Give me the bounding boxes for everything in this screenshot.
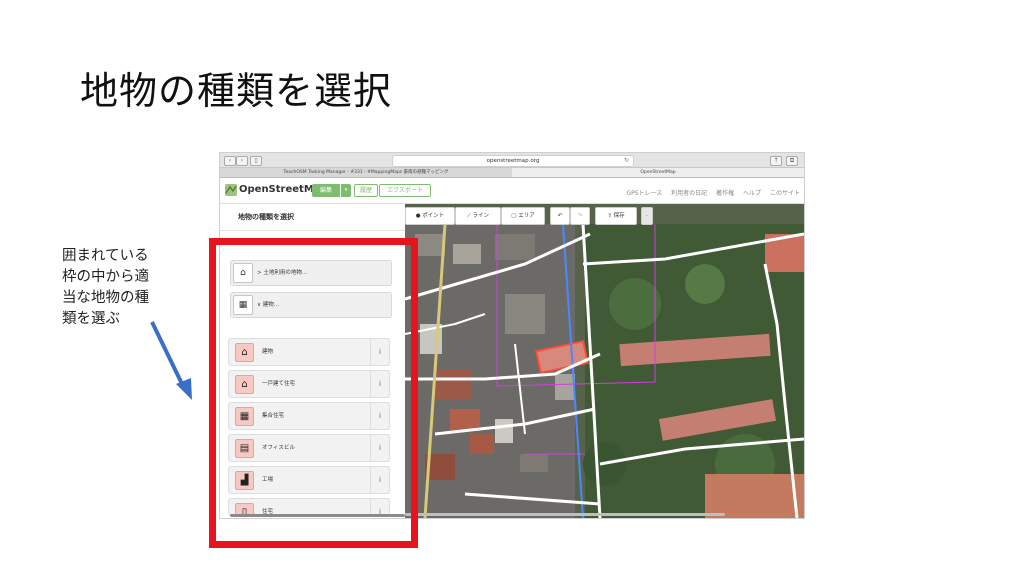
osm-header: OpenStreetMap 編集 ▾ 履歴 エクスポート GPSトレース 利用者… (220, 178, 804, 204)
nav-link-diaries[interactable]: 利用者の日記 (671, 190, 707, 197)
pin-icon: ● (415, 213, 421, 219)
point-label: ポイント (422, 213, 445, 219)
back-icon[interactable]: ‹ (224, 156, 236, 166)
nav-link-copyright[interactable]: 著作権 (716, 190, 734, 197)
count-badge: · (641, 207, 653, 225)
highlight-frame (209, 238, 418, 548)
forward-icon[interactable]: › (236, 156, 248, 166)
tab-label: TeachOSM Tasking Manager - #331 : #Mappi… (283, 170, 449, 175)
tabs-icon[interactable]: ⧉ (786, 156, 798, 166)
tab-tasking-manager[interactable]: TeachOSM Tasking Manager - #331 : #Mappi… (220, 168, 512, 177)
undo-button[interactable]: ↶ (550, 207, 570, 225)
redo-icon: ↷ (577, 213, 583, 219)
tab-bar: TeachOSM Tasking Manager - #331 : #Mappi… (220, 168, 804, 178)
url-bar[interactable]: openstreetmap.org ↻ (392, 155, 634, 167)
save-button[interactable]: ⇧ 保存 (595, 207, 637, 225)
callout-line: 当な地物の種 (62, 290, 149, 306)
area-label: エリア (518, 213, 535, 219)
map-scrollbar[interactable] (405, 513, 725, 516)
tab-openstreetmap[interactable]: OpenStreetMap (512, 168, 804, 177)
line-label: ライン (472, 213, 490, 219)
history-button[interactable]: 履歴 (354, 184, 378, 197)
slide-title: 地物の種類を選択 (80, 69, 393, 113)
callout-line: 囲まれている (62, 248, 149, 264)
upload-icon: ⇧ (607, 213, 612, 219)
sidebar-title: 地物の種類を選択 (238, 213, 294, 221)
divider (220, 230, 405, 231)
reload-icon[interactable]: ↻ (624, 156, 629, 166)
osm-logo-icon[interactable] (225, 184, 237, 196)
add-line-button[interactable]: ⟋ ライン (455, 207, 501, 225)
undo-icon: ↶ (557, 213, 563, 219)
share-icon[interactable]: ↑ (770, 156, 782, 166)
add-area-button[interactable]: ▢ エリア (501, 207, 545, 225)
satellite-imagery (405, 204, 804, 518)
sidebar-icon[interactable]: ▯ (250, 156, 262, 166)
url-text: openstreetmap.org (486, 158, 540, 164)
edit-dropdown-icon[interactable]: ▾ (341, 184, 351, 197)
tab-label: OpenStreetMap (640, 170, 676, 175)
top-nav-links: GPSトレース 利用者の日記 著作権 ヘルプ このサイト (619, 188, 800, 197)
nav-link-gps[interactable]: GPSトレース (626, 190, 662, 197)
redo-button[interactable]: ↷ (570, 207, 590, 225)
browser-toolbar: ‹ › ▯ openstreetmap.org ↻ ↑ ⧉ (220, 153, 804, 168)
add-point-button[interactable]: ● ポイント (405, 207, 455, 225)
export-button[interactable]: エクスポート (379, 184, 431, 197)
map-canvas[interactable]: ● ポイント ⟋ ライン ▢ エリア ↶ ↷ ⇧ 保存 · (405, 204, 804, 518)
save-label: 保存 (613, 213, 625, 219)
pointer-arrow (150, 321, 192, 400)
nav-link-about[interactable]: このサイト (770, 190, 800, 197)
callout-line: 枠の中から適 (62, 269, 149, 285)
area-icon: ▢ (511, 213, 517, 219)
edit-button[interactable]: 編集 (312, 184, 340, 197)
nav-link-help[interactable]: ヘルプ (743, 190, 761, 197)
line-icon: ⟋ (466, 213, 471, 219)
